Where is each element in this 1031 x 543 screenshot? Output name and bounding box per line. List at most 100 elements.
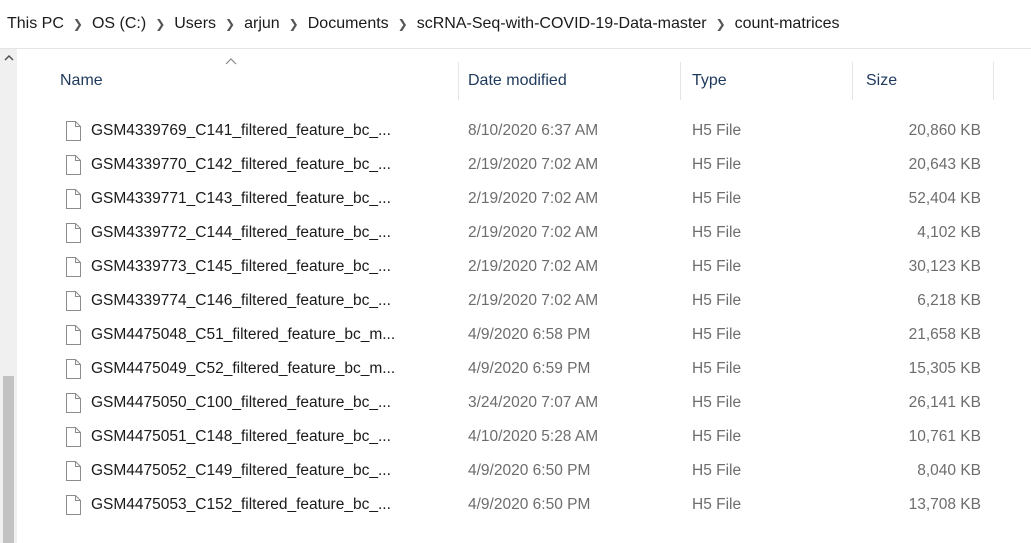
file-row[interactable]: GSM4475050_C100_filtered_feature_bc_... … <box>0 386 1031 420</box>
file-row[interactable]: GSM4339774_C146_filtered_feature_bc_... … <box>0 284 1031 318</box>
file-type: H5 File <box>692 462 742 479</box>
breadcrumb-item-users[interactable]: Users <box>174 15 216 33</box>
breadcrumb-item-os-c[interactable]: OS (C:) <box>92 15 146 33</box>
chevron-right-icon[interactable]: ❯ <box>155 17 165 31</box>
file-icon <box>66 495 81 515</box>
column-header-type-label: Type <box>692 72 727 89</box>
file-date-modified: 4/9/2020 6:50 PM <box>468 462 591 479</box>
file-size: 52,404 KB <box>908 190 981 207</box>
file-icon <box>66 427 81 447</box>
file-type: H5 File <box>692 224 742 241</box>
file-type: H5 File <box>692 122 742 139</box>
file-name-cell[interactable]: GSM4339769_C141_filtered_feature_bc_... <box>65 114 391 148</box>
file-list: GSM4339769_C141_filtered_feature_bc_... … <box>0 114 1031 522</box>
file-name: GSM4339771_C143_filtered_feature_bc_... <box>91 190 391 207</box>
column-header-size-label: Size <box>866 72 898 89</box>
file-icon <box>66 461 81 481</box>
file-row[interactable]: GSM4475051_C148_filtered_feature_bc_... … <box>0 420 1031 454</box>
chevron-right-icon[interactable]: ❯ <box>289 17 299 31</box>
file-icon <box>66 223 81 243</box>
file-date-modified: 4/9/2020 6:59 PM <box>468 360 591 377</box>
column-header-type[interactable]: Type <box>692 56 852 106</box>
column-header-name[interactable]: Name <box>60 56 460 106</box>
file-date-modified: 2/19/2020 7:02 AM <box>468 258 599 275</box>
file-name: GSM4475049_C52_filtered_feature_bc_m... <box>91 360 396 377</box>
breadcrumb-item-project-folder[interactable]: scRNA-Seq-with-COVID-19-Data-master <box>417 15 707 33</box>
file-date-modified: 8/10/2020 6:37 AM <box>468 122 599 139</box>
breadcrumb-item-documents[interactable]: Documents <box>308 15 389 33</box>
column-header-size[interactable]: Size <box>866 56 992 106</box>
file-type: H5 File <box>692 190 742 207</box>
file-name-cell[interactable]: GSM4339773_C145_filtered_feature_bc_... <box>65 250 391 284</box>
column-divider[interactable] <box>993 62 994 100</box>
file-size: 21,658 KB <box>908 326 981 343</box>
file-row[interactable]: GSM4475053_C152_filtered_feature_bc_... … <box>0 488 1031 522</box>
breadcrumb-item-arjun[interactable]: arjun <box>244 15 280 33</box>
file-name-cell[interactable]: GSM4339770_C142_filtered_feature_bc_... <box>65 148 391 182</box>
file-row[interactable]: GSM4339772_C144_filtered_feature_bc_... … <box>0 216 1031 250</box>
file-row[interactable]: GSM4339773_C145_filtered_feature_bc_... … <box>0 250 1031 284</box>
file-name-cell[interactable]: GSM4475051_C148_filtered_feature_bc_... <box>65 420 391 454</box>
file-name-cell[interactable]: GSM4339772_C144_filtered_feature_bc_... <box>65 216 391 250</box>
file-name: GSM4339772_C144_filtered_feature_bc_... <box>91 224 391 241</box>
file-name-cell[interactable]: GSM4475053_C152_filtered_feature_bc_... <box>65 488 391 522</box>
breadcrumb-item-this-pc[interactable]: This PC <box>7 15 64 33</box>
file-type: H5 File <box>692 156 742 173</box>
file-type: H5 File <box>692 258 742 275</box>
file-name: GSM4475053_C152_filtered_feature_bc_... <box>91 496 391 513</box>
file-type: H5 File <box>692 394 742 411</box>
file-name-cell[interactable]: GSM4475048_C51_filtered_feature_bc_m... <box>65 318 395 352</box>
file-icon <box>66 121 81 141</box>
file-name: GSM4475048_C51_filtered_feature_bc_m... <box>91 326 396 343</box>
address-bar-divider <box>0 48 1031 49</box>
chevron-up-icon <box>225 58 237 65</box>
file-name-cell[interactable]: GSM4339774_C146_filtered_feature_bc_... <box>65 284 391 318</box>
column-divider[interactable] <box>680 62 681 100</box>
file-size: 26,141 KB <box>908 394 981 411</box>
file-size: 20,860 KB <box>908 122 981 139</box>
breadcrumb-item-count-matrices[interactable]: count-matrices <box>735 15 840 33</box>
file-row[interactable]: GSM4475049_C52_filtered_feature_bc_m... … <box>0 352 1031 386</box>
chevron-right-icon[interactable]: ❯ <box>398 17 408 31</box>
file-icon <box>66 155 81 175</box>
file-row[interactable]: GSM4475052_C149_filtered_feature_bc_... … <box>0 454 1031 488</box>
file-icon <box>66 393 81 413</box>
file-name-cell[interactable]: GSM4339771_C143_filtered_feature_bc_... <box>65 182 391 216</box>
breadcrumb: This PC ❯ OS (C:) ❯ Users ❯ arjun ❯ Docu… <box>0 0 1031 48</box>
file-name-cell[interactable]: GSM4475052_C149_filtered_feature_bc_... <box>65 454 391 488</box>
file-size: 6,218 KB <box>917 292 981 309</box>
file-icon <box>66 325 81 345</box>
chevron-right-icon[interactable]: ❯ <box>716 17 726 31</box>
file-name-cell[interactable]: GSM4475050_C100_filtered_feature_bc_... <box>65 386 391 420</box>
file-date-modified: 4/9/2020 6:58 PM <box>468 326 591 343</box>
file-name: GSM4475051_C148_filtered_feature_bc_... <box>91 428 391 445</box>
column-divider[interactable] <box>458 62 459 100</box>
file-name: GSM4339774_C146_filtered_feature_bc_... <box>91 292 391 309</box>
chevron-right-icon[interactable]: ❯ <box>73 17 83 31</box>
file-date-modified: 3/24/2020 7:07 AM <box>468 394 599 411</box>
file-name-cell[interactable]: GSM4475049_C52_filtered_feature_bc_m... <box>65 352 395 386</box>
file-date-modified: 4/10/2020 5:28 AM <box>468 428 599 445</box>
column-divider[interactable] <box>852 62 853 100</box>
file-size: 8,040 KB <box>917 462 981 479</box>
file-size: 10,761 KB <box>908 428 981 445</box>
file-date-modified: 2/19/2020 7:02 AM <box>468 190 599 207</box>
file-name: GSM4475052_C149_filtered_feature_bc_... <box>91 462 391 479</box>
column-header-date-label: Date modified <box>468 72 567 89</box>
column-header-date-modified[interactable]: Date modified <box>468 56 680 106</box>
file-name: GSM4475050_C100_filtered_feature_bc_... <box>91 394 391 411</box>
file-size: 13,708 KB <box>908 496 981 513</box>
file-row[interactable]: GSM4475048_C51_filtered_feature_bc_m... … <box>0 318 1031 352</box>
file-date-modified: 2/19/2020 7:02 AM <box>468 224 599 241</box>
file-row[interactable]: GSM4339769_C141_filtered_feature_bc_... … <box>0 114 1031 148</box>
chevron-right-icon[interactable]: ❯ <box>225 17 235 31</box>
file-icon <box>66 291 81 311</box>
file-name: GSM4339770_C142_filtered_feature_bc_... <box>91 156 391 173</box>
file-type: H5 File <box>692 326 742 343</box>
file-date-modified: 2/19/2020 7:02 AM <box>468 292 599 309</box>
file-date-modified: 4/9/2020 6:50 PM <box>468 496 591 513</box>
file-type: H5 File <box>692 360 742 377</box>
file-row[interactable]: GSM4339771_C143_filtered_feature_bc_... … <box>0 182 1031 216</box>
file-size: 20,643 KB <box>908 156 981 173</box>
file-row[interactable]: GSM4339770_C142_filtered_feature_bc_... … <box>0 148 1031 182</box>
